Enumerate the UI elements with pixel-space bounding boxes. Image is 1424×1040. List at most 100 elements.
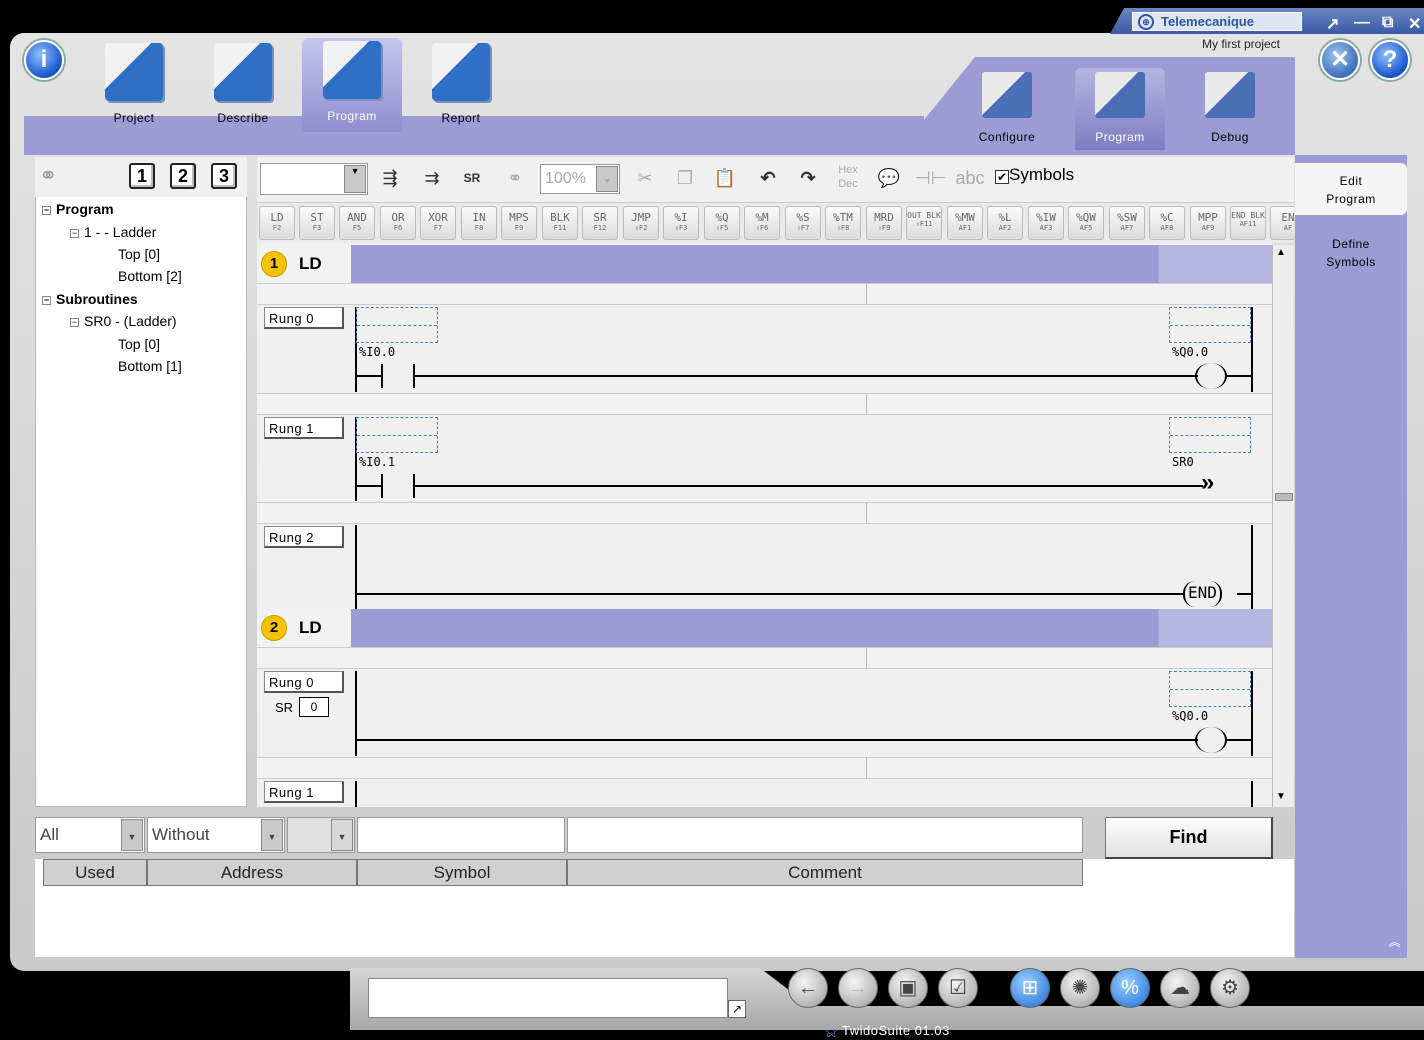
paste-icon[interactable]: 📋: [710, 163, 740, 195]
instr-or-button[interactable]: OR F6: [380, 206, 416, 240]
edit-program-tab[interactable]: Edit Program: [1295, 163, 1407, 215]
symbols-checkbox[interactable]: ✔ Symbols: [995, 165, 1074, 185]
redo-icon[interactable]: ↷: [793, 163, 823, 195]
help-button[interactable]: ?: [1370, 40, 1410, 80]
insert-subroutine-icon[interactable]: SR: [457, 163, 487, 195]
tree-program[interactable]: − Program: [42, 201, 114, 217]
chevron-down-icon[interactable]: ▼: [121, 819, 143, 851]
copy-icon[interactable]: ❐: [670, 163, 700, 195]
instr-sw-button[interactable]: %SW AF7: [1109, 206, 1145, 240]
link-icon[interactable]: ⚭: [39, 163, 57, 189]
scroll-up-icon[interactable]: ▲: [1276, 247, 1286, 258]
contact-symbol-box[interactable]: [356, 417, 438, 453]
tree-top[interactable]: Top [0]: [118, 246, 160, 262]
info-button[interactable]: i: [24, 40, 64, 80]
collapse-icon[interactable]: ︽: [1295, 933, 1407, 951]
hex-dec-toggle[interactable]: Hex Dec: [833, 163, 863, 195]
percent-icon[interactable]: %: [1110, 968, 1150, 1008]
instr-s-button[interactable]: %S ⇧F7: [785, 206, 821, 240]
collapse-icon[interactable]: −: [70, 229, 79, 238]
instr-mrd-button[interactable]: MRD ⇧F9: [866, 206, 902, 240]
coil[interactable]: [1195, 363, 1227, 389]
chevron-down-icon[interactable]: ▼: [331, 819, 353, 851]
instr-i-button[interactable]: %I ⇧F3: [663, 206, 699, 240]
instr-outblk-button[interactable]: OUT BLK ⇧F11: [906, 206, 942, 240]
instr-and-button[interactable]: AND F5: [339, 206, 375, 240]
instr-mps-button[interactable]: MPS F9: [501, 206, 537, 240]
comment-icon[interactable]: 💬: [874, 163, 904, 195]
instr-xor-button[interactable]: XOR F7: [420, 206, 456, 240]
maximize-button[interactable]: ⧉: [1382, 14, 1393, 32]
instr-mw-button[interactable]: %MW AF1: [947, 206, 983, 240]
coil-symbol-box[interactable]: [1169, 307, 1251, 343]
scroll-thumb[interactable]: [1275, 493, 1293, 501]
col-symbol[interactable]: Symbol: [357, 859, 567, 886]
rung-label[interactable]: Rung 1: [264, 781, 344, 803]
rung-label[interactable]: Rung 1: [264, 417, 344, 439]
level-1-button[interactable]: 1: [129, 163, 155, 189]
call-symbol-box[interactable]: [1169, 417, 1251, 453]
instr-m-button[interactable]: %M ⇧F6: [744, 206, 780, 240]
rung-label[interactable]: Rung 0: [264, 307, 344, 329]
chevron-down-icon[interactable]: ▼: [344, 165, 366, 193]
phase-tab-configure[interactable]: Configure: [962, 68, 1052, 150]
chevron-down-icon[interactable]: ▼: [596, 166, 618, 192]
rung-label[interactable]: Rung 2: [264, 526, 344, 548]
find-button[interactable]: Find: [1105, 817, 1273, 859]
expand-icon[interactable]: ↗: [728, 1000, 746, 1018]
phase-tab-debug[interactable]: Debug: [1185, 68, 1275, 150]
instr-tm-button[interactable]: %TM ⇧F8: [825, 206, 861, 240]
instr-in-button[interactable]: IN F8: [461, 206, 497, 240]
filter-type-select[interactable]: ▼: [287, 817, 355, 853]
section-select[interactable]: ▼: [260, 163, 368, 195]
undo-icon[interactable]: ↶: [753, 163, 783, 195]
instr-l-button[interactable]: %L AF2: [987, 206, 1023, 240]
collapse-icon[interactable]: −: [42, 206, 51, 215]
link-icon[interactable]: ⚭: [500, 163, 530, 195]
col-comment[interactable]: Comment: [567, 859, 1083, 886]
tab-project[interactable]: Project: [84, 40, 184, 132]
zoom-select[interactable]: 100% ▼: [540, 164, 620, 194]
back-button[interactable]: ←: [788, 968, 828, 1008]
tab-report[interactable]: Report: [411, 40, 511, 132]
coil[interactable]: [1195, 727, 1227, 753]
phase-tab-program[interactable]: Program: [1075, 68, 1165, 150]
insert-section-icon[interactable]: ⇉: [417, 163, 447, 195]
instr-jmp-button[interactable]: JMP ⇧F2: [623, 206, 659, 240]
tree-sr-top[interactable]: Top [0]: [118, 336, 160, 352]
minimize-button[interactable]: —: [1354, 14, 1370, 32]
section-header[interactable]: 1 LD: [257, 245, 1272, 283]
save-button[interactable]: ▣: [888, 968, 928, 1008]
instr-endblk-button[interactable]: END BLK AF11: [1230, 206, 1266, 240]
level-2-button[interactable]: 2: [170, 163, 196, 189]
settings-icon[interactable]: ⚙: [1210, 968, 1250, 1008]
filter-all-select[interactable]: All ▼: [35, 817, 145, 853]
col-address[interactable]: Address: [147, 859, 357, 886]
filter-without-select[interactable]: Without ▼: [147, 817, 285, 853]
program-view-button[interactable]: ⊞: [1010, 968, 1050, 1008]
col-used[interactable]: Used: [43, 859, 147, 886]
collapse-icon[interactable]: −: [42, 296, 51, 305]
section-header[interactable]: 2 LD: [257, 609, 1272, 647]
checkmark-icon[interactable]: ✔: [995, 170, 1009, 184]
exit-button[interactable]: ✕: [1320, 40, 1360, 80]
restore-arrow-icon[interactable]: ↗: [1326, 14, 1339, 34]
comment-search-input[interactable]: [567, 817, 1083, 853]
tree-subroutines[interactable]: − Subroutines: [42, 291, 138, 307]
level-3-button[interactable]: 3: [211, 163, 237, 189]
coil-symbol-box[interactable]: [1169, 671, 1251, 707]
instr-q-button[interactable]: %Q ⇧F5: [704, 206, 740, 240]
scroll-down-icon[interactable]: ▼: [1276, 791, 1286, 802]
sr-number-field[interactable]: 0: [299, 697, 329, 717]
instr-mpp-button[interactable]: MPP AF9: [1190, 206, 1226, 240]
collapse-icon[interactable]: −: [70, 318, 79, 327]
cut-icon[interactable]: ✂: [630, 163, 660, 195]
instr-en-button[interactable]: EN AF: [1270, 206, 1294, 240]
instr-blk-button[interactable]: BLK F11: [542, 206, 578, 240]
symbol-search-input[interactable]: [357, 817, 565, 853]
memory-icon[interactable]: ☁: [1160, 968, 1200, 1008]
define-symbols-tab[interactable]: Define Symbols: [1295, 235, 1407, 271]
rung-label[interactable]: Rung 0: [264, 671, 344, 693]
tree-sr0[interactable]: − SR0 - (Ladder): [70, 313, 177, 329]
instr-sr-button[interactable]: SR F12: [582, 206, 618, 240]
